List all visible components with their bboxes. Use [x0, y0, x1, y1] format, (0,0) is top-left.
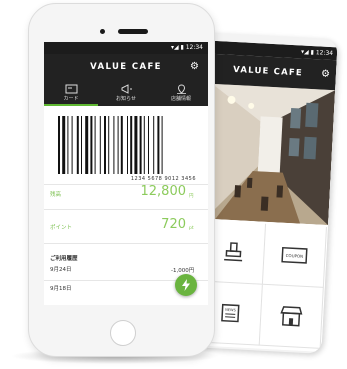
tab-bar: カード お知らせ 店舗情報 — [44, 81, 208, 106]
shop-icon — [280, 306, 303, 327]
tab-store-info[interactable]: 店舗情報 — [154, 81, 208, 106]
news-icon: NEWS — [221, 303, 240, 323]
shop-tile[interactable] — [259, 284, 324, 349]
barcode-number: 1234 5678 9012 3456 — [130, 176, 196, 182]
barcode-bar — [99, 116, 101, 174]
barcode-bar — [104, 116, 106, 174]
history-title: ご利用履歴 — [50, 256, 78, 262]
barcode-bar — [58, 116, 60, 174]
history-date: 9月24日 — [50, 267, 72, 273]
barcode-bar — [127, 116, 128, 174]
barcode-bar — [161, 116, 163, 174]
divider — [44, 209, 208, 210]
points-value: 720 — [161, 217, 186, 232]
gear-icon[interactable]: ⚙ — [321, 69, 333, 81]
lightning-icon — [182, 279, 190, 291]
barcode-bar — [113, 116, 115, 174]
barcode — [58, 116, 163, 174]
barcode-bar — [94, 116, 96, 174]
back-phone-screen: ▾◢ ▮ 12:34 VALUE CAFE ⚙ COUPON NEWS — [198, 40, 338, 352]
tab-label: お知らせ — [116, 96, 136, 102]
barcode-bar — [90, 116, 93, 174]
cafe-interior-photo — [205, 83, 336, 226]
barcode-bar — [130, 116, 133, 174]
history-amount: -1,000円 — [171, 268, 195, 274]
barcode-bar — [139, 116, 142, 174]
barcode-bar — [85, 116, 89, 174]
megaphone-icon — [121, 84, 132, 94]
coupon-icon: COUPON — [281, 246, 308, 264]
barcode-bar — [76, 116, 79, 174]
divider — [44, 243, 208, 244]
menu-grid: COUPON NEWS — [198, 220, 328, 352]
app-title: VALUE CAFE — [90, 62, 162, 72]
coupon-tile[interactable]: COUPON — [262, 223, 327, 288]
front-phone-screen: ▾◢ ▮ 12:34 VALUE CAFE ⚙ カード お知らせ 店舗情報 12… — [44, 42, 208, 305]
barcode-bar — [108, 116, 110, 174]
barcode-bar — [157, 116, 160, 174]
barcode-bar — [71, 116, 73, 174]
status-bar: ▾◢ ▮ 12:34 — [44, 42, 208, 54]
points-label: ポイント — [50, 225, 73, 231]
card-icon — [65, 84, 78, 94]
coupon-label: COUPON — [286, 253, 304, 259]
charge-fab[interactable] — [175, 274, 197, 296]
barcode-bar — [143, 116, 145, 174]
barcode-bar — [81, 116, 82, 174]
balance-value: 12,800 — [140, 184, 187, 199]
barcode-bar — [153, 116, 155, 174]
news-label: NEWS — [225, 308, 236, 313]
balance-unit: 円 — [189, 194, 194, 199]
stamp-icon — [224, 242, 243, 262]
gear-icon[interactable]: ⚙ — [190, 61, 201, 72]
barcode-bar — [134, 116, 138, 174]
barcode-bar — [120, 116, 123, 174]
front-camera — [100, 29, 105, 34]
barcode-bar — [62, 116, 66, 174]
barcode-bar — [148, 116, 149, 174]
tab-label: カード — [63, 96, 79, 102]
history-date: 9月18日 — [50, 286, 72, 292]
home-button[interactable] — [110, 320, 136, 346]
tab-card[interactable]: カード — [44, 81, 98, 106]
barcode-bar — [67, 116, 69, 174]
tab-label: 店舗情報 — [170, 96, 191, 102]
status-time: 12:34 — [185, 44, 203, 51]
balance-label: 残高 — [50, 192, 62, 198]
status-time: 12:34 — [315, 49, 334, 58]
phone-speaker — [118, 29, 148, 34]
tab-news[interactable]: お知らせ — [99, 81, 153, 106]
barcode-bar — [117, 116, 119, 174]
location-icon — [177, 84, 186, 94]
points-unit: pt — [189, 226, 194, 231]
